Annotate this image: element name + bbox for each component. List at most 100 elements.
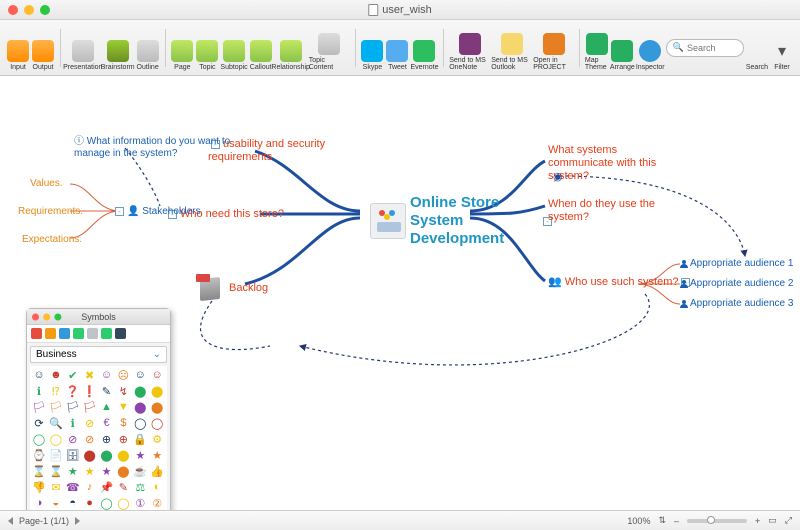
symbol-item[interactable]: ☺ bbox=[100, 368, 114, 382]
symbol-item[interactable]: ⚙ bbox=[150, 432, 164, 446]
symbol-item[interactable]: ⚖ bbox=[133, 480, 147, 494]
symbol-item[interactable]: ★ bbox=[133, 448, 147, 462]
symbol-item[interactable]: 📄 bbox=[49, 448, 63, 462]
next-page-button[interactable] bbox=[75, 517, 80, 525]
symbol-item[interactable]: ⊘ bbox=[83, 416, 97, 430]
search-box[interactable]: 🔍 bbox=[666, 39, 744, 57]
symbol-item[interactable]: ✔ bbox=[66, 368, 80, 382]
symbol-item[interactable]: ☺ bbox=[133, 368, 147, 382]
symbol-item[interactable]: ☺ bbox=[150, 368, 164, 382]
zoom-out-button[interactable]: – bbox=[674, 516, 679, 526]
mindmap-canvas[interactable]: Online Store System Development - -usabi… bbox=[0, 76, 800, 510]
symbol-tab-icon[interactable] bbox=[73, 328, 84, 339]
symbol-item[interactable]: ⬤ bbox=[150, 400, 164, 414]
symbol-item[interactable]: ⬤ bbox=[133, 384, 147, 398]
symbol-item[interactable]: ★ bbox=[83, 464, 97, 478]
symbol-item[interactable]: ✖ bbox=[83, 368, 97, 382]
symbol-item[interactable]: 🏳 bbox=[32, 400, 46, 414]
toolbar-tweet-button[interactable]: Tweet bbox=[385, 23, 409, 73]
symbol-item[interactable]: ② bbox=[150, 496, 164, 510]
symbol-item[interactable]: ⬤ bbox=[100, 448, 114, 462]
audience-1[interactable]: Appropriate audience 1 bbox=[680, 258, 793, 270]
symbol-item[interactable]: ◓ bbox=[66, 496, 80, 510]
fullscreen-icon[interactable]: ⤢ bbox=[785, 515, 792, 526]
symbol-item[interactable]: ⬤ bbox=[150, 384, 164, 398]
symbol-item[interactable]: ⬤ bbox=[116, 448, 130, 462]
topic-who-use[interactable]: 👥 Who use such system?- bbox=[548, 276, 693, 289]
symbol-item[interactable]: ◯ bbox=[49, 432, 63, 446]
symbol-item[interactable]: 👎 bbox=[32, 480, 46, 494]
toolbar-map-theme-button[interactable]: Map Theme bbox=[585, 23, 609, 73]
symbol-tab-icon[interactable] bbox=[87, 328, 98, 339]
toolbar-open-project-button[interactable]: Open in PROJECT bbox=[533, 23, 574, 73]
symbols-panel-toolbar[interactable] bbox=[27, 325, 170, 343]
symbol-item[interactable]: 🏳 bbox=[83, 400, 97, 414]
zoom-slider[interactable] bbox=[687, 519, 747, 523]
toolbar-input-button[interactable]: Input bbox=[6, 23, 30, 73]
symbol-item[interactable]: 🏳 bbox=[66, 400, 80, 414]
symbol-item[interactable]: ✎ bbox=[116, 480, 130, 494]
toolbar-outlook-button[interactable]: Send to MS Outlook bbox=[491, 23, 532, 73]
symbol-item[interactable]: ☕ bbox=[133, 464, 147, 478]
stakeholders[interactable]: -👤 Stakeholders bbox=[112, 206, 201, 218]
stakeholder-expectations[interactable]: Expectations. bbox=[22, 234, 82, 246]
zoom-updown-icon[interactable]: ⇅ bbox=[658, 515, 666, 526]
symbol-item[interactable]: ☻ bbox=[49, 368, 63, 382]
symbol-item[interactable]: ❓ bbox=[66, 384, 80, 398]
symbols-panel-header[interactable]: Symbols bbox=[27, 309, 170, 325]
toolbar-outline-button[interactable]: Outline bbox=[136, 23, 160, 73]
central-topic[interactable]: Online Store System Development - bbox=[370, 194, 555, 248]
symbol-item[interactable]: ★ bbox=[100, 464, 114, 478]
symbol-item[interactable]: 👍 bbox=[150, 464, 164, 478]
symbol-item[interactable]: 🏳 bbox=[49, 400, 63, 414]
symbol-item[interactable]: ◯ bbox=[32, 432, 46, 446]
toolbar-inspector-button[interactable]: Inspector bbox=[636, 23, 665, 73]
prev-page-button[interactable] bbox=[8, 517, 13, 525]
zoom-icon[interactable] bbox=[40, 5, 50, 15]
audience-3[interactable]: Appropriate audience 3 bbox=[680, 298, 793, 310]
symbol-item[interactable]: ⬤ bbox=[83, 448, 97, 462]
symbol-item[interactable]: € bbox=[100, 416, 114, 430]
symbol-tab-icon[interactable] bbox=[45, 328, 56, 339]
symbol-item[interactable]: ☹ bbox=[116, 368, 130, 382]
search-input[interactable] bbox=[687, 43, 737, 53]
stakeholder-requirements[interactable]: Requirements. bbox=[18, 206, 83, 218]
topic-when-use[interactable]: When do they use the system? bbox=[548, 198, 668, 224]
toolbar-page-button[interactable]: Page bbox=[170, 23, 194, 73]
symbol-item[interactable]: ◯ bbox=[116, 496, 130, 510]
symbol-item[interactable]: ℹ bbox=[66, 416, 80, 430]
symbol-item[interactable]: ▼ bbox=[116, 400, 130, 414]
symbol-item[interactable]: ◑ bbox=[32, 496, 46, 510]
toolbar-subtopic-button[interactable]: Subtopic bbox=[220, 23, 247, 73]
symbol-item[interactable]: ◐ bbox=[150, 480, 164, 494]
symbol-item[interactable]: ⊕ bbox=[100, 432, 114, 446]
symbol-item[interactable]: 🔍 bbox=[49, 416, 63, 430]
toolbar-callout-button[interactable]: Callout bbox=[249, 23, 273, 73]
toolbar-presentation-button[interactable]: Presentation bbox=[66, 23, 100, 73]
toolbar-output-button[interactable]: Output bbox=[31, 23, 55, 73]
stakeholder-values[interactable]: Values. bbox=[30, 178, 63, 190]
fit-view-icon[interactable]: ▭ bbox=[768, 515, 777, 526]
zoom-in-button[interactable]: + bbox=[755, 516, 760, 526]
symbol-item[interactable]: ⁉ bbox=[49, 384, 63, 398]
topic-backlog[interactable]: Backlog bbox=[196, 274, 268, 302]
info-question[interactable]: ⓘ What information do you want to manage… bbox=[74, 136, 234, 160]
symbol-item[interactable]: ① bbox=[133, 496, 147, 510]
toolbar-brainstorm-button[interactable]: Brainstorm bbox=[101, 23, 135, 73]
symbol-item[interactable]: ★ bbox=[150, 448, 164, 462]
symbol-item[interactable]: ⊘ bbox=[66, 432, 80, 446]
symbol-item[interactable]: ⌚ bbox=[32, 448, 46, 462]
symbol-item[interactable]: ★ bbox=[66, 464, 80, 478]
symbol-item[interactable]: ✉ bbox=[49, 480, 63, 494]
symbol-item[interactable]: ↯ bbox=[116, 384, 130, 398]
symbol-item[interactable]: ✎ bbox=[100, 384, 114, 398]
close-icon[interactable] bbox=[8, 5, 18, 15]
symbol-item[interactable]: 🗄 bbox=[66, 448, 80, 462]
toolbar-topic-button[interactable]: Topic bbox=[195, 23, 219, 73]
symbol-item[interactable]: ☺ bbox=[32, 368, 46, 382]
symbol-tab-icon[interactable] bbox=[31, 328, 42, 339]
expand-toggle[interactable]: - bbox=[115, 207, 124, 216]
filter-button[interactable]: ▾Filter bbox=[770, 23, 794, 73]
symbol-item[interactable]: ● bbox=[83, 496, 97, 510]
symbol-item[interactable]: ☎ bbox=[66, 480, 80, 494]
